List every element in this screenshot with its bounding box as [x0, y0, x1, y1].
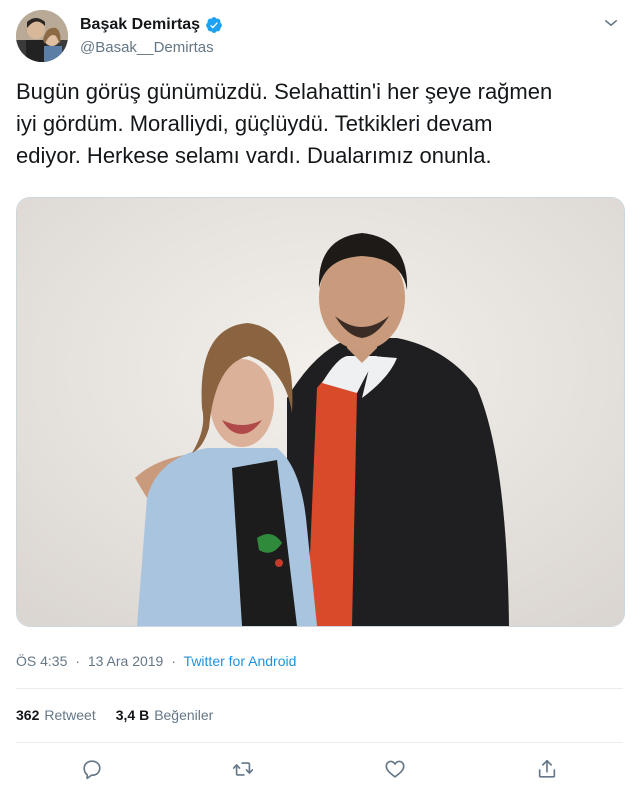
retweet-button[interactable] — [229, 755, 257, 783]
avatar-photo — [16, 10, 68, 62]
avatar[interactable] — [16, 10, 68, 62]
tweet-meta: ÖS 4:35 · 13 Ara 2019 · Twitter for Andr… — [16, 653, 296, 669]
tweet-source-link[interactable]: Twitter for Android — [184, 653, 297, 669]
likes-count: 3,4 B — [115, 707, 150, 723]
share-button[interactable] — [533, 755, 561, 783]
tweet-photo[interactable] — [16, 197, 625, 627]
reply-button[interactable] — [78, 755, 106, 783]
reply-icon — [83, 760, 101, 780]
meta-separator: · — [75, 653, 80, 669]
retweet-stat[interactable]: 362 Retweet — [16, 707, 96, 723]
tweet-text: Bugün görüş günümüzdü. Selahattin'i her … — [16, 79, 553, 168]
retweet-label: Retweet — [44, 707, 96, 723]
tweet-actions — [16, 755, 623, 785]
like-button[interactable] — [381, 755, 409, 783]
verified-badge-icon — [206, 17, 222, 33]
chevron-down-icon[interactable] — [602, 14, 620, 32]
retweet-count: 362 — [16, 707, 40, 723]
meta-separator: · — [171, 653, 176, 669]
share-icon — [538, 759, 556, 778]
display-name[interactable]: Başak Demirtaş — [80, 16, 200, 34]
likes-label: Beğeniler — [154, 707, 214, 723]
divider — [16, 742, 623, 743]
tweet-header: Başak Demirtaş @Basak__Demirtas — [16, 10, 624, 70]
photo-image — [17, 198, 624, 626]
tweet-date[interactable]: 13 Ara 2019 — [88, 653, 164, 669]
retweet-icon — [232, 762, 254, 776]
divider — [16, 688, 623, 689]
like-icon — [385, 760, 405, 778]
tweet-stats: 362 Retweet 3,4 B Beğeniler — [16, 707, 213, 723]
tweet-time[interactable]: ÖS 4:35 — [16, 653, 67, 669]
likes-stat[interactable]: 3,4 B Beğeniler — [116, 707, 214, 723]
user-handle[interactable]: @Basak__Demirtas — [80, 39, 214, 56]
